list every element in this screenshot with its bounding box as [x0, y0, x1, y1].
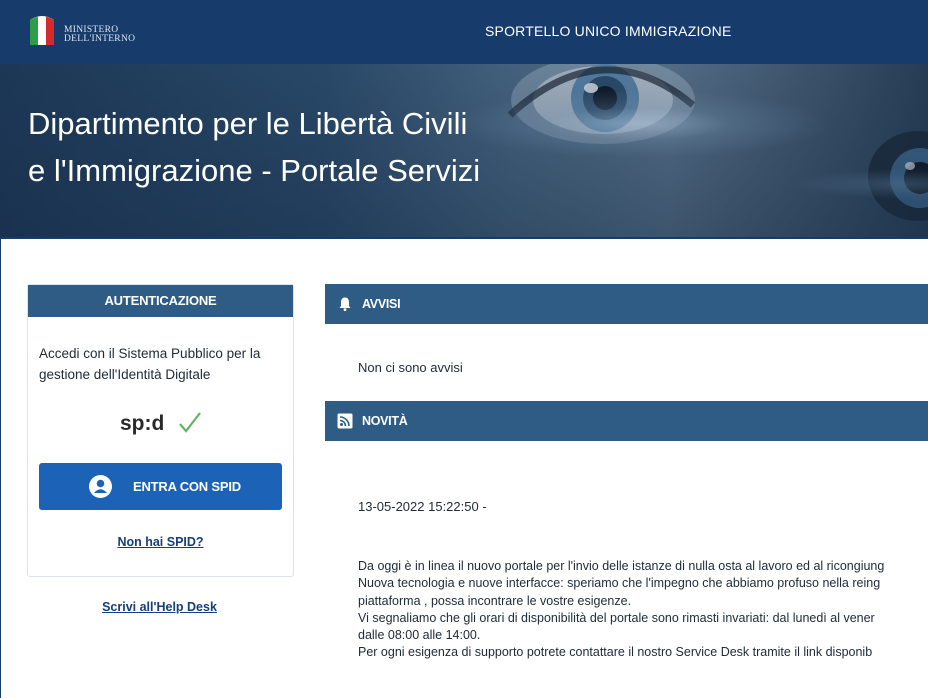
- hero-banner: Dipartimento per le Libertà Civili e l'I…: [0, 64, 928, 238]
- spid-check-icon: [179, 412, 201, 433]
- help-desk-link[interactable]: Scrivi all'Help Desk: [27, 600, 292, 614]
- authentication-heading: AUTENTICAZIONE: [28, 285, 293, 317]
- bell-icon: [339, 297, 351, 311]
- portal-title-line-1: Dipartimento per le Libertà Civili: [28, 106, 468, 141]
- no-notices-text: Non ci sono avvisi: [358, 360, 463, 375]
- user-avatar-icon: [89, 475, 112, 498]
- portal-title: Dipartimento per le Libertà Civili e l'I…: [28, 100, 480, 194]
- enter-with-spid-label: ENTRA CON SPID: [133, 479, 241, 494]
- novita-title: NOVITÀ: [362, 414, 408, 428]
- news-line: Nuova tecnologia e nuove interfacce: spe…: [358, 576, 881, 591]
- rss-icon: [337, 413, 353, 429]
- site-title: SPORTELLO UNICO IMMIGRAZIONE: [485, 23, 732, 39]
- portal-title-line-2: e l'Immigrazione - Portale Servizi: [28, 153, 481, 188]
- news-date: 13-05-2022 15:22:50 -: [358, 499, 487, 514]
- news-line: Vi segnaliamo che gli orari di disponibi…: [358, 610, 875, 625]
- news-body: Da oggi è in linea il nuovo portale per …: [358, 558, 928, 662]
- authentication-card: AUTENTICAZIONE Accedi con il Sistema Pub…: [27, 284, 294, 577]
- novita-panel-header: NOVITÀ: [325, 401, 928, 441]
- avvisi-panel-header: AVVISI: [325, 284, 928, 324]
- news-line: Da oggi è in linea il nuovo portale per …: [358, 559, 885, 573]
- logo-line-2: DELL'INTERNO: [64, 34, 136, 44]
- left-border: [0, 239, 1, 698]
- news-line: dalle 08:00 alle 14:00.: [358, 628, 481, 643]
- hero-divider: [0, 237, 928, 239]
- italian-flag-emblem-icon: [30, 16, 54, 45]
- no-spid-link[interactable]: Non hai SPID?: [28, 535, 293, 549]
- news-line: Per ogni esigenza di supporto potrete co…: [358, 645, 873, 660]
- spid-logo: sp:d: [120, 412, 201, 435]
- authentication-description: Accedi con il Sistema Pubblico per la ge…: [39, 346, 261, 382]
- enter-with-spid-button[interactable]: ENTRA CON SPID: [39, 463, 282, 510]
- avvisi-title: AVVISI: [362, 297, 401, 311]
- spid-logo-text: sp:d: [120, 412, 164, 435]
- ministry-logo-text[interactable]: MINISTERO DELL'INTERNO: [64, 25, 136, 44]
- top-header-bar: MINISTERO DELL'INTERNO SPORTELLO UNICO I…: [0, 0, 928, 64]
- news-line: piattaforma , possa incontrare le vostre…: [358, 593, 632, 608]
